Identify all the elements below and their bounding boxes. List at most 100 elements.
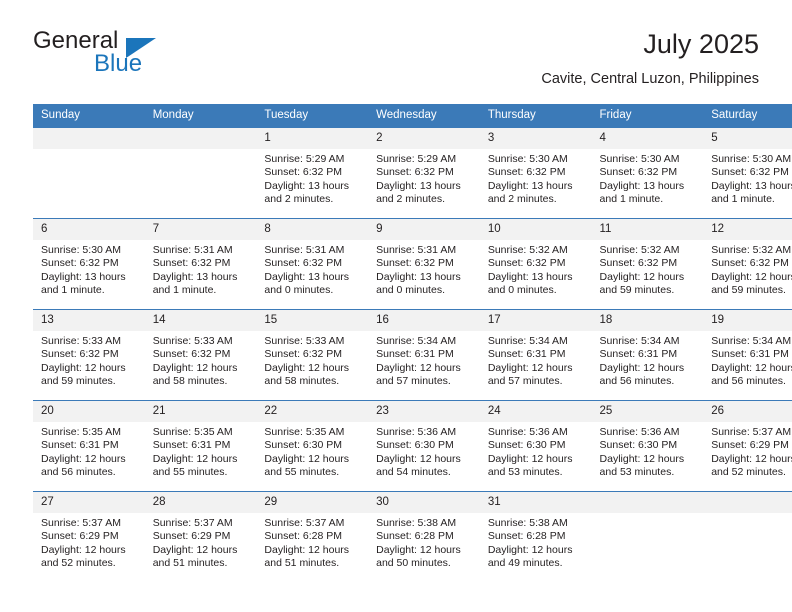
calendar-day-cell[interactable]: 24 Sunrise: 5:36 AM Sunset: 6:30 PM Dayligh… (479, 400, 592, 492)
sunrise-time: Sunrise: 5:31 AM (264, 244, 345, 256)
day-sun-info: Sunrise: 5:35 AM Sunset: 6:31 PM Daylight:… (33, 422, 145, 480)
sunset-time: Sunset: 6:30 PM (376, 439, 454, 452)
calendar-day-cell[interactable]: 16 Sunrise: 5:34 AM Sunset: 6:31 PM Dayligh… (368, 309, 480, 401)
daylight-duration: Daylight: 12 hours and 54 minutes. (376, 452, 461, 479)
calendar-day-cell[interactable]: 12 Sunrise: 5:32 AM Sunset: 6:32 PM Dayligh… (703, 218, 792, 310)
sunset-time: Sunset: 6:32 PM (376, 166, 454, 179)
calendar-day-cell[interactable]: 6 Sunrise: 5:30 AM Sunset: 6:32 PM Daylight… (33, 218, 145, 310)
calendar-header-row: Sunday Monday Tuesday Wednesday Thursday… (33, 104, 792, 128)
calendar-day-cell[interactable]: 19 Sunrise: 5:34 AM Sunset: 6:31 PM Dayligh… (703, 309, 792, 401)
calendar-day-cell[interactable]: 9 Sunrise: 5:31 AM Sunset: 6:32 PM Daylight… (368, 218, 480, 310)
sunset-time: Sunset: 6:28 PM (264, 530, 343, 543)
day-number: 26 (703, 401, 792, 422)
calendar-day-cell[interactable]: 15 Sunrise: 5:33 AM Sunset: 6:32 PM Dayligh… (256, 309, 369, 401)
day-number: 30 (368, 492, 480, 513)
sunset-time: Sunset: 6:32 PM (711, 257, 789, 270)
sunset-time: Sunset: 6:32 PM (376, 257, 454, 270)
calendar-day-cell[interactable]: 7 Sunrise: 5:31 AM Sunset: 6:32 PM Daylight… (144, 218, 257, 310)
daylight-duration: Daylight: 13 hours and 1 minute. (152, 270, 238, 297)
calendar-day-cell[interactable]: 2 Sunrise: 5:29 AM Sunset: 6:32 PM Daylight… (368, 127, 480, 219)
sunrise-time: Sunrise: 5:30 AM (599, 153, 680, 165)
calendar-day-cell[interactable]: 1 Sunrise: 5:29 AM Sunset: 6:32 PM Daylight… (256, 127, 369, 219)
day-sun-info: Sunrise: 5:35 AM Sunset: 6:31 PM Daylight:… (145, 422, 257, 480)
day-number: 17 (479, 310, 592, 331)
daylight-duration: Daylight: 12 hours and 58 minutes. (264, 361, 350, 388)
calendar-day-cell[interactable]: 30 Sunrise: 5:38 AM Sunset: 6:28 PM Dayligh… (368, 491, 480, 582)
calendar-day-cell[interactable]: 4 Sunrise: 5:30 AM Sunset: 6:32 PM Daylight… (591, 127, 704, 219)
calendar-day-cell[interactable]: 10 Sunrise: 5:32 AM Sunset: 6:32 PM Dayligh… (479, 218, 592, 310)
calendar-day-cell[interactable]: 8 Sunrise: 5:31 AM Sunset: 6:32 PM Daylight… (256, 218, 369, 310)
calendar-day-cell[interactable]: 18 Sunrise: 5:34 AM Sunset: 6:31 PM Dayligh… (591, 309, 704, 401)
calendar-week-row: 13 Sunrise: 5:33 AM Sunset: 6:32 PM Dayligh… (33, 309, 792, 401)
sunrise-time: Sunrise: 5:34 AM (711, 335, 792, 347)
page-header: General Blue July 2025 Cavite, Central L… (33, 28, 759, 96)
daylight-duration: Daylight: 12 hours and 59 minutes. (41, 361, 126, 388)
calendar-day-cell[interactable]: 22 Sunrise: 5:35 AM Sunset: 6:30 PM Dayligh… (256, 400, 369, 492)
sunset-time: Sunset: 6:32 PM (599, 257, 678, 270)
sunset-time: Sunset: 6:31 PM (487, 348, 566, 361)
day-number: 12 (703, 219, 792, 240)
daylight-duration: Daylight: 12 hours and 51 minutes. (152, 543, 238, 570)
calendar-day-cell[interactable]: 11 Sunrise: 5:32 AM Sunset: 6:32 PM Dayligh… (591, 218, 704, 310)
day-number: 2 (368, 128, 480, 149)
general-blue-logo[interactable]: General Blue (33, 28, 213, 84)
calendar-day-cell[interactable]: 25 Sunrise: 5:36 AM Sunset: 6:30 PM Dayligh… (591, 400, 704, 492)
day-number (703, 492, 792, 513)
sunrise-time: Sunrise: 5:36 AM (599, 426, 680, 438)
daylight-duration: Daylight: 13 hours and 1 minute. (41, 270, 126, 297)
sunrise-time: Sunrise: 5:34 AM (487, 335, 568, 347)
day-sun-info: Sunrise: 5:32 AM Sunset: 6:32 PM Daylight:… (480, 240, 592, 298)
day-sun-info: Sunrise: 5:32 AM Sunset: 6:32 PM Daylight:… (703, 240, 792, 298)
sunrise-time: Sunrise: 5:32 AM (711, 244, 792, 256)
calendar-day-cell[interactable]: 13 Sunrise: 5:33 AM Sunset: 6:32 PM Dayligh… (33, 309, 145, 401)
sunrise-time: Sunrise: 5:29 AM (264, 153, 345, 165)
daylight-duration: Daylight: 12 hours and 49 minutes. (487, 543, 573, 570)
daylight-duration: Daylight: 12 hours and 56 minutes. (41, 452, 126, 479)
daylight-duration: Daylight: 12 hours and 52 minutes. (41, 543, 126, 570)
calendar-day-cell[interactable]: 21 Sunrise: 5:35 AM Sunset: 6:31 PM Dayligh… (144, 400, 257, 492)
calendar-day-cell[interactable]: 27 Sunrise: 5:37 AM Sunset: 6:29 PM Dayligh… (33, 491, 145, 582)
day-number: 27 (33, 492, 145, 513)
sunrise-time: Sunrise: 5:32 AM (487, 244, 568, 256)
calendar-day-cell[interactable]: 31 Sunrise: 5:38 AM Sunset: 6:28 PM Dayligh… (479, 491, 592, 582)
calendar-day-cell[interactable]: 5 Sunrise: 5:30 AM Sunset: 6:32 PM Daylight… (703, 127, 792, 219)
calendar-day-cell[interactable]: 14 Sunrise: 5:33 AM Sunset: 6:32 PM Dayligh… (144, 309, 257, 401)
sunrise-time: Sunrise: 5:29 AM (376, 153, 457, 165)
sunrise-time: Sunrise: 5:38 AM (487, 517, 568, 529)
calendar-day-cell[interactable]: 3 Sunrise: 5:30 AM Sunset: 6:32 PM Daylight… (479, 127, 592, 219)
day-number: 9 (368, 219, 480, 240)
sunrise-time: Sunrise: 5:36 AM (487, 426, 568, 438)
calendar-empty-cell (33, 127, 145, 219)
weekday-header-monday: Monday (144, 104, 257, 128)
weekday-header-thursday: Thursday (479, 104, 592, 128)
sunrise-time: Sunrise: 5:31 AM (152, 244, 233, 256)
sunset-time: Sunset: 6:32 PM (599, 166, 678, 179)
daylight-duration: Daylight: 12 hours and 53 minutes. (487, 452, 573, 479)
day-number: 7 (144, 219, 257, 240)
sunrise-sunset-calendar: Sunday Monday Tuesday Wednesday Thursday… (33, 104, 792, 582)
day-sun-info: Sunrise: 5:36 AM Sunset: 6:30 PM Daylight:… (368, 422, 480, 480)
day-sun-info: Sunrise: 5:29 AM Sunset: 6:32 PM Daylight:… (256, 149, 368, 207)
day-number: 19 (703, 310, 792, 331)
calendar-day-cell[interactable]: 29 Sunrise: 5:37 AM Sunset: 6:28 PM Dayligh… (256, 491, 369, 582)
sunrise-time: Sunrise: 5:34 AM (376, 335, 457, 347)
daylight-duration: Daylight: 12 hours and 59 minutes. (599, 270, 685, 297)
day-number: 10 (479, 219, 592, 240)
day-sun-info: Sunrise: 5:37 AM Sunset: 6:29 PM Daylight:… (33, 513, 145, 571)
weekday-header-friday: Friday (591, 104, 704, 128)
sunset-time: Sunset: 6:29 PM (152, 530, 231, 543)
day-sun-info: Sunrise: 5:35 AM Sunset: 6:30 PM Daylight:… (256, 422, 368, 480)
day-sun-info: Sunrise: 5:37 AM Sunset: 6:29 PM Daylight:… (703, 422, 792, 480)
calendar-day-cell[interactable]: 17 Sunrise: 5:34 AM Sunset: 6:31 PM Dayligh… (479, 309, 592, 401)
sunset-time: Sunset: 6:32 PM (487, 257, 566, 270)
calendar-day-cell[interactable]: 23 Sunrise: 5:36 AM Sunset: 6:30 PM Dayligh… (368, 400, 480, 492)
calendar-day-cell[interactable]: 20 Sunrise: 5:35 AM Sunset: 6:31 PM Dayligh… (33, 400, 145, 492)
sunrise-time: Sunrise: 5:35 AM (41, 426, 121, 438)
calendar-day-cell[interactable]: 26 Sunrise: 5:37 AM Sunset: 6:29 PM Dayligh… (703, 400, 792, 492)
day-number: 31 (479, 492, 592, 513)
day-sun-info: Sunrise: 5:30 AM Sunset: 6:32 PM Daylight:… (592, 149, 704, 207)
day-sun-info: Sunrise: 5:33 AM Sunset: 6:32 PM Daylight:… (256, 331, 368, 389)
calendar-day-cell[interactable]: 28 Sunrise: 5:37 AM Sunset: 6:29 PM Dayligh… (144, 491, 257, 582)
daylight-duration: Daylight: 13 hours and 2 minutes. (376, 179, 461, 206)
day-sun-info: Sunrise: 5:31 AM Sunset: 6:32 PM Daylight:… (256, 240, 368, 298)
